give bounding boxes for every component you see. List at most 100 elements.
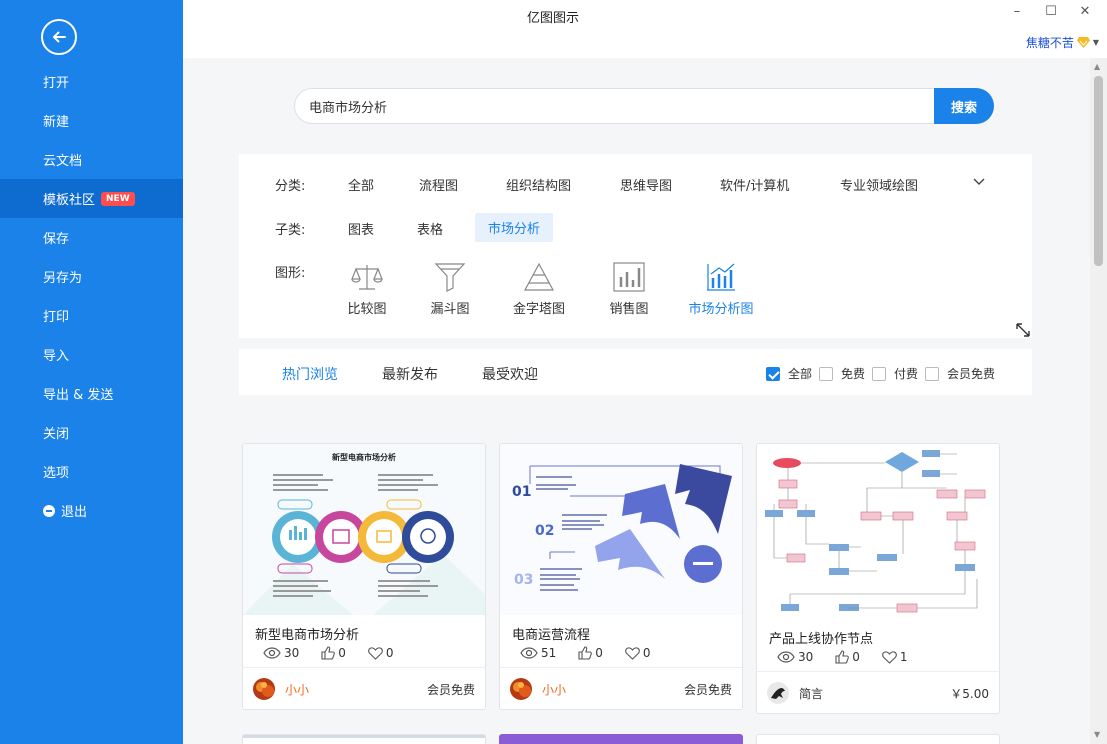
template-card[interactable]: 产品上线协作节点 30 0 1 简言 ￥5.00 [756, 443, 1000, 714]
shape-market-analysis[interactable]: 市场分析图 [676, 262, 766, 317]
app-title: 亿图图示 [526, 11, 579, 26]
scale-icon [351, 265, 383, 290]
shape-pyramid[interactable]: 金字塔图 [504, 262, 574, 317]
sidebar-item-label: 云文档 [43, 154, 83, 169]
category-label: 分类: [275, 179, 306, 194]
card-title[interactable]: 新型电商市场分析 [255, 624, 359, 643]
template-card-partial[interactable] [242, 734, 486, 744]
tab-most-liked[interactable]: 最受欢迎 [482, 364, 538, 384]
user-name: 焦糖不苦 [1025, 36, 1074, 50]
likes-stat[interactable]: 0 [321, 646, 346, 660]
scroll-thumb[interactable] [1094, 76, 1103, 266]
sidebar-item-exit[interactable]: 退出 [0, 491, 183, 530]
card-stats: 51 0 0 [520, 646, 673, 660]
search-button[interactable]: 搜索 [934, 88, 994, 124]
favorites-count: 0 [385, 646, 394, 660]
tab-popular[interactable]: 热门浏览 [282, 364, 338, 384]
thumbs-up-icon [578, 646, 593, 660]
sidebar-item-options[interactable]: 选项 [0, 452, 183, 491]
search-input[interactable] [309, 89, 909, 123]
checkbox-label: 会员免费 [947, 367, 996, 381]
sidebar-item-template-community[interactable]: 模板社区 NEW [0, 179, 183, 218]
template-thumbnail[interactable] [757, 444, 999, 615]
new-badge: NEW [101, 191, 135, 206]
shape-funnel[interactable]: 漏斗图 [415, 262, 485, 317]
scroll-down-arrow-icon[interactable]: ▼ [1094, 730, 1100, 739]
likes-stat[interactable]: 0 [835, 650, 860, 664]
subcategory-tables[interactable]: 表格 [417, 219, 443, 238]
heart-icon [368, 646, 383, 660]
likes-count: 0 [595, 646, 603, 660]
sidebar-item-label: 打开 [43, 76, 70, 91]
author-name[interactable]: 小小 [542, 681, 566, 698]
category-software[interactable]: 软件/计算机 [720, 175, 789, 194]
sidebar-item-cloud-docs[interactable]: 云文档 [0, 140, 183, 179]
filter-member-free-checkbox[interactable]: 会员免费 [925, 365, 995, 382]
favorites-stat[interactable]: 0 [368, 646, 394, 660]
subcategory-market-analysis[interactable]: 市场分析 [475, 213, 554, 242]
avatar[interactable] [767, 682, 789, 704]
sidebar-item-new[interactable]: 新建 [0, 101, 183, 140]
avatar[interactable] [510, 678, 532, 700]
template-thumbnail[interactable]: 01 02 03 [500, 444, 742, 615]
eye-icon [520, 647, 538, 659]
sidebar-item-print[interactable]: 打印 [0, 296, 183, 335]
favorites-stat[interactable]: 0 [625, 646, 651, 660]
subcategory-charts[interactable]: 图表 [348, 219, 374, 238]
category-flowchart[interactable]: 流程图 [419, 175, 458, 194]
back-button[interactable] [41, 19, 77, 55]
exit-icon [43, 504, 55, 517]
card-title[interactable]: 电商运营流程 [512, 624, 590, 643]
market-chart-icon [707, 263, 735, 291]
sidebar-item-label: 导出 & 发送 [43, 388, 114, 403]
filter-all-checkbox[interactable]: 全部 [766, 365, 812, 382]
favorites-stat[interactable]: 1 [882, 650, 908, 664]
category-mind-map[interactable]: 思维导图 [620, 175, 672, 194]
shape-sales[interactable]: 销售图 [594, 262, 664, 317]
minimize-button[interactable]: – [1007, 4, 1027, 19]
sidebar-item-label: 打印 [43, 310, 70, 325]
category-all[interactable]: 全部 [348, 175, 374, 194]
author-name[interactable]: 简言 [799, 685, 823, 702]
arrow-left-icon [53, 31, 66, 43]
sidebar-item-save-as[interactable]: 另存为 [0, 257, 183, 296]
chevron-down-icon[interactable] [972, 174, 986, 188]
checkbox [819, 366, 833, 381]
sidebar-item-label: 关闭 [43, 427, 70, 442]
category-org-chart[interactable]: 组织结构图 [506, 175, 571, 194]
filter-paid-checkbox[interactable]: 付费 [872, 365, 918, 382]
subcategory-label: 子类: [275, 223, 306, 238]
sidebar-item-import[interactable]: 导入 [0, 335, 183, 374]
shape-label: 图形: [275, 266, 306, 281]
views-count: 30 [798, 650, 814, 664]
template-card[interactable]: 新型电商市场分析 新型电商市场分析 30 0 0 小小 会员免费 [242, 443, 486, 710]
close-button[interactable]: ✕ [1075, 4, 1095, 19]
avatar[interactable] [253, 678, 275, 700]
sidebar-item-label: 退出 [61, 505, 88, 520]
chevron-down-icon: ▼ [1092, 38, 1099, 47]
maximize-button[interactable]: ☐ [1041, 4, 1061, 19]
sidebar-item-close[interactable]: 关闭 [0, 413, 183, 452]
card-title[interactable]: 产品上线协作节点 [769, 628, 873, 647]
likes-stat[interactable]: 0 [578, 646, 603, 660]
sidebar-item-label: 新建 [43, 115, 70, 130]
template-thumbnail[interactable]: 新型电商市场分析 [243, 444, 485, 615]
sidebar-item-export-send[interactable]: 导出 & 发送 [0, 374, 183, 413]
sidebar-item-open[interactable]: 打开 [0, 62, 183, 101]
template-card-partial[interactable] [756, 734, 1000, 744]
template-card[interactable]: 01 02 03 电商运营流程 51 0 0 小小 会员免费 [499, 443, 743, 710]
template-card-partial[interactable] [499, 734, 743, 744]
scroll-up-arrow-icon[interactable]: ▲ [1094, 62, 1100, 71]
category-professional[interactable]: 专业领域绘图 [840, 175, 918, 194]
funnel-icon [434, 263, 466, 292]
vip-diamond-icon [1076, 37, 1090, 48]
vertical-scrollbar[interactable]: ▲ ▼ [1090, 58, 1107, 744]
shape-comparison[interactable]: 比较图 [332, 262, 402, 317]
filter-free-checkbox[interactable]: 免费 [819, 365, 865, 382]
expand-icon[interactable] [1015, 322, 1031, 338]
author-name[interactable]: 小小 [285, 681, 309, 698]
tab-latest[interactable]: 最新发布 [382, 364, 438, 384]
sidebar-item-save[interactable]: 保存 [0, 218, 183, 257]
eye-icon [263, 647, 281, 659]
user-menu[interactable]: 焦糖不苦 ▼ [1026, 34, 1099, 51]
